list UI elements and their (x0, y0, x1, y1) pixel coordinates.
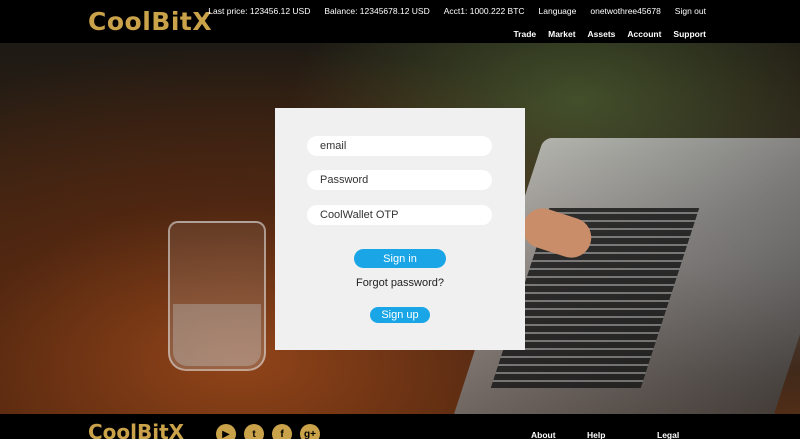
footer-help-link[interactable]: Help (587, 430, 605, 439)
footer: CoolBitX ▶ t f g+ About Help Legal (0, 414, 800, 439)
sign-in-button[interactable]: Sign in (354, 249, 446, 268)
footer-logo[interactable]: CoolBitX (88, 420, 184, 439)
nav-support[interactable]: Support (673, 29, 706, 39)
top-header: CoolBitX Last price: 123456.12 USD Balan… (0, 0, 800, 43)
twitter-icon[interactable]: t (244, 424, 264, 439)
username-link[interactable]: onetwothree45678 (590, 6, 660, 16)
nav-market[interactable]: Market (548, 29, 575, 39)
account-balance: Acct1: 1000.222 BTC (443, 6, 525, 16)
account-status-bar: Last price: 123456.12 USD Balance: 12345… (208, 6, 706, 16)
balance: Balance: 12345678.12 USD (324, 6, 430, 16)
coolbitx-logo[interactable]: CoolBitX (88, 7, 212, 36)
last-price: Last price: 123456.12 USD (208, 6, 311, 16)
sign-up-button[interactable]: Sign up (370, 307, 430, 323)
otp-field[interactable] (307, 205, 492, 225)
youtube-icon[interactable]: ▶ (216, 424, 236, 439)
facebook-icon[interactable]: f (272, 424, 292, 439)
main-nav: Trade Market Assets Account Support (513, 29, 706, 39)
water-glass-image (168, 221, 266, 371)
email-field[interactable] (307, 136, 492, 156)
footer-legal-link[interactable]: Legal (657, 430, 679, 439)
password-field[interactable] (307, 170, 492, 190)
social-links: ▶ t f g+ (216, 424, 320, 439)
nav-assets[interactable]: Assets (588, 29, 616, 39)
forgot-password-link[interactable]: Forgot password? (275, 277, 525, 289)
login-panel: Sign in Forgot password? Sign up (275, 108, 525, 350)
footer-about-link[interactable]: About (531, 430, 556, 439)
google-plus-icon[interactable]: g+ (300, 424, 320, 439)
language-link[interactable]: Language (539, 6, 577, 16)
nav-trade[interactable]: Trade (513, 29, 536, 39)
nav-account[interactable]: Account (627, 29, 661, 39)
sign-out-link[interactable]: Sign out (675, 6, 706, 16)
